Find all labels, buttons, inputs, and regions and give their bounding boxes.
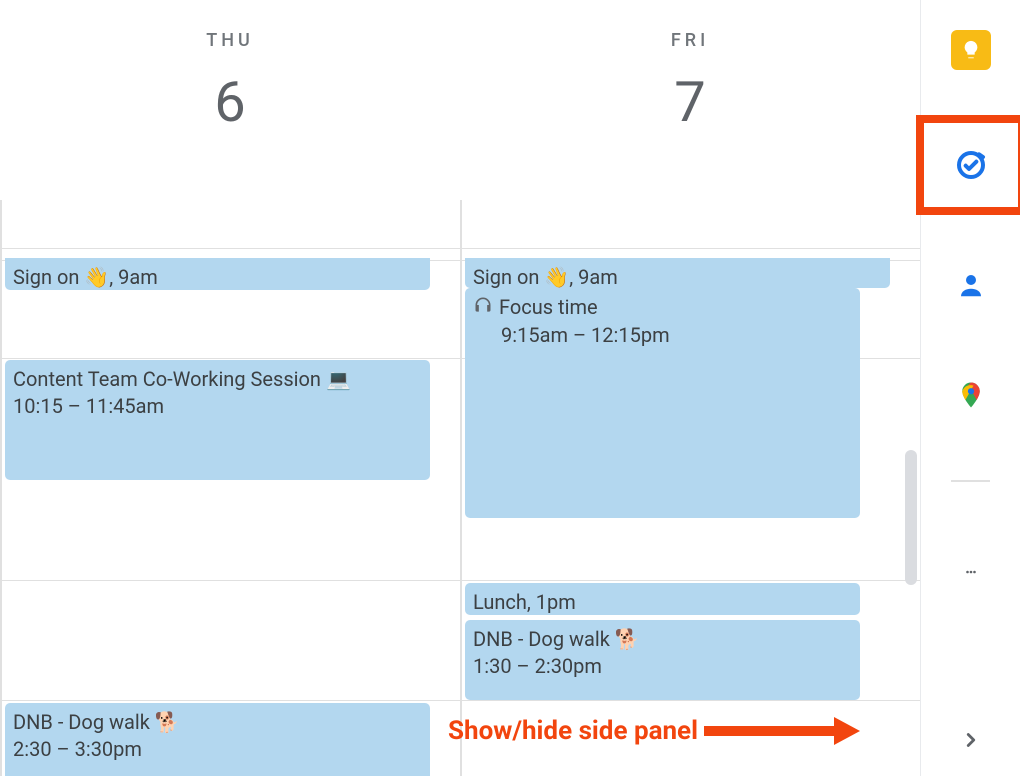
contacts-button[interactable] bbox=[951, 265, 991, 305]
toggle-side-panel-button[interactable] bbox=[951, 720, 991, 760]
headphones-icon bbox=[473, 295, 493, 322]
event-title: Lunch, 1pm bbox=[473, 589, 852, 615]
event-fri-lunch[interactable]: Lunch, 1pm bbox=[465, 583, 860, 615]
event-title: Focus time bbox=[473, 294, 852, 322]
event-time: 9:15am – 12:15pm bbox=[473, 322, 852, 349]
day-column-fri[interactable]: Sign on 👋, 9am Focus time 9:15am – 12:15… bbox=[460, 200, 920, 776]
tasks-button[interactable] bbox=[951, 145, 991, 185]
calendar-grid: THU 6 FRI 7 Sign on 👋, 9am Co bbox=[0, 0, 920, 776]
event-fri-focus-time[interactable]: Focus time 9:15am – 12:15pm bbox=[465, 288, 860, 518]
side-panel bbox=[920, 0, 1020, 776]
maps-button[interactable] bbox=[951, 375, 991, 415]
day-header-thu[interactable]: THU 6 bbox=[0, 0, 460, 200]
event-thu-dog-walk[interactable]: DNB - Dog walk 🐕 2:30 – 3:30pm bbox=[5, 703, 430, 776]
event-time: 1:30 – 2:30pm bbox=[473, 653, 852, 680]
event-time: 10:15 – 11:45am bbox=[13, 393, 422, 420]
side-panel-divider bbox=[951, 480, 990, 482]
event-title: DNB - Dog walk 🐕 bbox=[473, 626, 852, 653]
addons-button[interactable] bbox=[951, 555, 991, 595]
scrollbar-thumb[interactable] bbox=[905, 450, 917, 585]
event-title: Sign on 👋, 9am bbox=[473, 264, 882, 288]
day-number-thu: 6 bbox=[0, 69, 460, 135]
day-of-week-fri: FRI bbox=[460, 30, 920, 51]
event-fri-dnb-dog-walk[interactable]: DNB - Dog walk 🐕 1:30 – 2:30pm bbox=[465, 620, 860, 700]
event-thu-coworking[interactable]: Content Team Co-Working Session 💻 10:15 … bbox=[5, 360, 430, 480]
lightbulb-icon bbox=[960, 39, 982, 61]
chevron-right-icon bbox=[960, 729, 982, 751]
event-title: DNB - Dog walk 🐕 bbox=[13, 709, 422, 736]
day-column-thu[interactable]: Sign on 👋, 9am Content Team Co-Working S… bbox=[0, 200, 460, 776]
event-title: Content Team Co-Working Session 💻 bbox=[13, 366, 422, 393]
day-number-fri: 7 bbox=[460, 69, 920, 135]
day-of-week-thu: THU bbox=[0, 30, 460, 51]
event-thu-sign-on[interactable]: Sign on 👋, 9am bbox=[5, 258, 430, 290]
event-title: Sign on 👋, 9am bbox=[13, 264, 422, 290]
event-fri-sign-on[interactable]: Sign on 👋, 9am bbox=[465, 258, 890, 288]
day-header-row: THU 6 FRI 7 bbox=[0, 0, 920, 200]
day-header-fri[interactable]: FRI 7 bbox=[460, 0, 920, 200]
tasks-icon bbox=[955, 149, 987, 181]
keep-button[interactable] bbox=[951, 30, 991, 70]
time-grid[interactable]: Sign on 👋, 9am Content Team Co-Working S… bbox=[0, 200, 920, 776]
person-icon bbox=[956, 270, 986, 300]
maps-pin-icon bbox=[956, 380, 986, 410]
event-time: 2:30 – 3:30pm bbox=[13, 736, 422, 763]
more-icon bbox=[956, 569, 986, 581]
